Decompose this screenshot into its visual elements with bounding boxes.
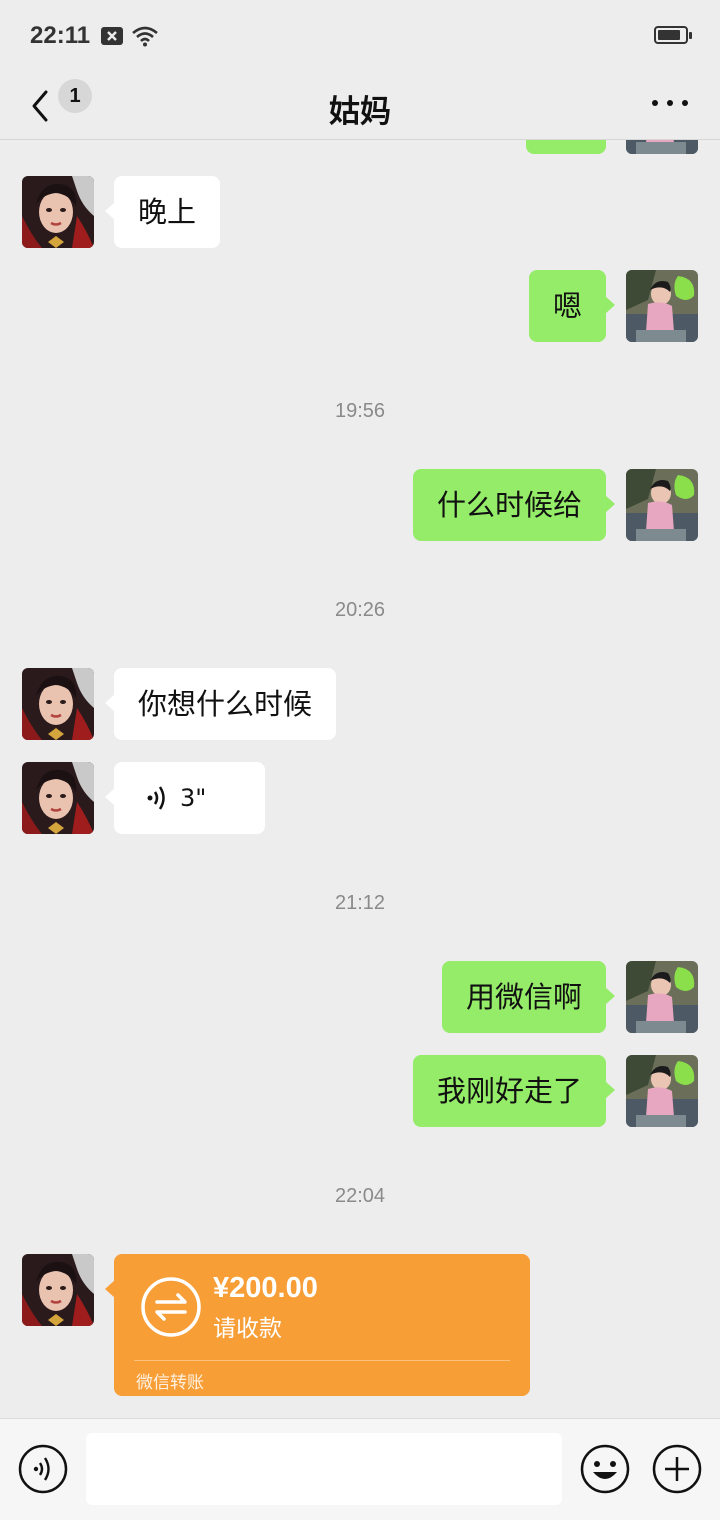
timestamp: 20:26 bbox=[334, 599, 386, 621]
transfer-icon bbox=[141, 1277, 201, 1337]
voice-duration: 3" bbox=[180, 784, 207, 812]
transfer-amount: ¥200.00 bbox=[213, 1272, 318, 1304]
more-functions-button[interactable] bbox=[652, 1444, 702, 1494]
outgoing-message[interactable]: 我刚好走了 bbox=[412, 1055, 616, 1127]
voice-input-button[interactable] bbox=[18, 1444, 68, 1494]
incoming-message[interactable]: 你想什么时候 bbox=[104, 668, 337, 740]
wifi-icon bbox=[132, 26, 158, 47]
status-bar: 22:11 bbox=[0, 0, 720, 70]
transfer-status: 请收款 bbox=[213, 1316, 282, 1342]
incoming-message[interactable]: 晚上 bbox=[104, 176, 221, 248]
smiley-icon bbox=[580, 1444, 630, 1494]
my-avatar[interactable] bbox=[626, 469, 698, 541]
message-input[interactable] bbox=[86, 1433, 562, 1505]
sim-off-icon bbox=[101, 27, 123, 45]
timestamp: 22:04 bbox=[334, 1185, 386, 1207]
contact-avatar[interactable] bbox=[22, 762, 94, 834]
my-avatar[interactable] bbox=[626, 270, 698, 342]
my-avatar[interactable] bbox=[626, 961, 698, 1033]
chat-header: 姑妈 bbox=[0, 70, 720, 140]
input-bar bbox=[0, 1418, 720, 1520]
unread-count-badge[interactable]: 1 bbox=[58, 79, 92, 113]
transfer-footer: 微信转账 bbox=[136, 1373, 204, 1393]
status-time: 22:11 bbox=[30, 22, 91, 49]
voice-message[interactable]: 3" bbox=[105, 762, 265, 834]
contact-avatar[interactable] bbox=[22, 176, 94, 248]
timestamp: 19:56 bbox=[334, 400, 386, 422]
outgoing-message[interactable]: 什么时候给 bbox=[412, 469, 616, 541]
voice-wave-icon bbox=[147, 786, 165, 810]
money-transfer-card[interactable]: ¥200.00 请收款 微信转账 bbox=[105, 1254, 530, 1396]
outgoing-message[interactable]: 用微信啊 bbox=[441, 961, 616, 1033]
contact-avatar[interactable] bbox=[22, 668, 94, 740]
outgoing-message[interactable]: 嗯 bbox=[528, 270, 616, 342]
battery-icon bbox=[654, 26, 692, 44]
voice-icon bbox=[18, 1444, 68, 1494]
plus-icon bbox=[652, 1444, 702, 1494]
contact-avatar[interactable] bbox=[22, 1254, 94, 1326]
more-options-button[interactable] bbox=[652, 100, 688, 106]
my-avatar[interactable] bbox=[626, 1055, 698, 1127]
timestamp: 21:12 bbox=[334, 892, 386, 914]
divider bbox=[134, 1360, 510, 1361]
chat-title: 姑妈 bbox=[329, 94, 391, 130]
emoji-button[interactable] bbox=[580, 1444, 630, 1494]
